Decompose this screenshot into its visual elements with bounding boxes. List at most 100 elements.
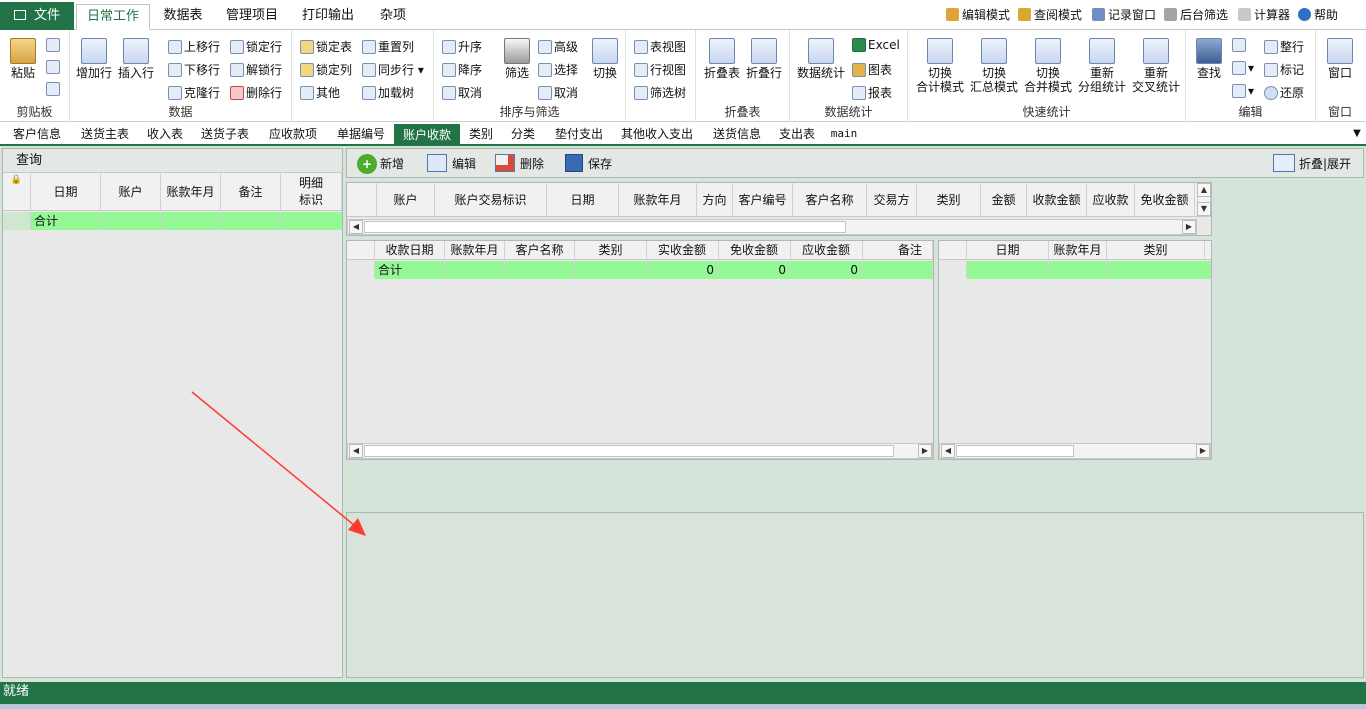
other-button[interactable]: 其他 bbox=[300, 84, 340, 101]
tab-delivery-info[interactable]: 送货信息 bbox=[706, 125, 768, 145]
restore-button[interactable]: 还原 bbox=[1264, 84, 1304, 101]
load-tree-button[interactable]: 加载树 bbox=[362, 84, 414, 101]
tab-account-receipt[interactable]: 账户收款 bbox=[394, 124, 460, 146]
record-window-button[interactable]: 记录窗口 bbox=[1092, 6, 1156, 24]
main-col-customer-name[interactable]: 客户名称 bbox=[793, 183, 867, 216]
unlock-row-button[interactable]: 解锁行 bbox=[230, 61, 282, 78]
sort-cancel-button[interactable]: 取消 bbox=[442, 84, 482, 101]
filter-tree-button[interactable]: 筛选树 bbox=[634, 84, 686, 101]
main-col-amount[interactable]: 金额 bbox=[981, 183, 1027, 216]
switch-merge-mode-button[interactable]: 切换 合并模式 bbox=[1022, 38, 1074, 94]
copy-button[interactable] bbox=[46, 38, 62, 52]
receipt-col-period[interactable]: 账款年月 bbox=[445, 241, 505, 259]
format-painter-button[interactable] bbox=[46, 82, 62, 96]
tab-overflow-chevron-icon[interactable]: ▼ bbox=[1350, 125, 1364, 145]
row-view-button[interactable]: 行视图 bbox=[634, 61, 686, 78]
tab-income[interactable]: 收入表 bbox=[140, 125, 190, 145]
move-down-button[interactable]: 下移行 bbox=[168, 61, 220, 78]
secondary-col-category[interactable]: 类别 bbox=[1107, 241, 1205, 259]
scroll-thumb[interactable] bbox=[364, 445, 894, 457]
tab-expense[interactable]: 支出表 bbox=[774, 125, 820, 145]
scroll-thumb[interactable] bbox=[364, 221, 846, 233]
query-col-note[interactable]: 备注 bbox=[221, 173, 281, 210]
calculator-button[interactable]: 计算器 bbox=[1238, 6, 1290, 24]
scroll-right-icon[interactable]: ▶ bbox=[1182, 220, 1196, 234]
delete-button[interactable]: 删除 bbox=[495, 153, 544, 175]
receipt-col-note[interactable]: 备注 bbox=[863, 241, 933, 259]
scroll-left-icon[interactable]: ◀ bbox=[349, 220, 363, 234]
query-col-period[interactable]: 账款年月 bbox=[161, 173, 221, 210]
symbol-button[interactable]: ▾ bbox=[1232, 61, 1254, 75]
scroll-up-icon[interactable]: ▲ bbox=[1197, 183, 1211, 197]
tab-other-income-expense[interactable]: 其他收入支出 bbox=[614, 125, 700, 145]
receipt-col-category[interactable]: 类别 bbox=[575, 241, 647, 259]
tidy-row-button[interactable]: 整行 bbox=[1264, 38, 1304, 55]
regroup-stats-button[interactable]: 重新 分组统计 bbox=[1076, 38, 1128, 94]
save-button[interactable]: 保存 bbox=[565, 153, 612, 175]
main-col-date[interactable]: 日期 bbox=[547, 183, 619, 216]
tab-doc-number[interactable]: 单据编号 bbox=[330, 125, 392, 145]
tab-advance-expense[interactable]: 垫付支出 bbox=[548, 125, 610, 145]
advanced-filter-button[interactable]: 高级 bbox=[538, 38, 578, 55]
switch-filter-button[interactable]: 切换 bbox=[588, 38, 622, 80]
query-col-account[interactable]: 账户 bbox=[101, 173, 161, 210]
scroll-down-icon[interactable]: ▼ bbox=[1197, 202, 1211, 216]
tab-receivables[interactable]: 应收款项 bbox=[262, 125, 324, 145]
sync-row-button[interactable]: 同步行 ▾ bbox=[362, 61, 424, 78]
find-button[interactable]: 查找 bbox=[1192, 38, 1226, 80]
secondary-col-period[interactable]: 账款年月 bbox=[1049, 241, 1107, 259]
filter-button[interactable]: 筛选 bbox=[500, 38, 534, 80]
clone-row-button[interactable]: 克隆行 bbox=[168, 84, 220, 101]
file-menu[interactable]: 文件 bbox=[0, 2, 74, 30]
tab-daily-work[interactable]: 日常工作 bbox=[76, 4, 150, 30]
scroll-thumb[interactable] bbox=[956, 445, 1074, 457]
main-col-counterparty[interactable]: 交易方 bbox=[867, 183, 917, 216]
fold-row-button[interactable]: 折叠行 bbox=[744, 38, 784, 80]
main-col-period[interactable]: 账款年月 bbox=[619, 183, 697, 216]
scroll-right-icon[interactable]: ▶ bbox=[918, 444, 932, 458]
lock-table-button[interactable]: 锁定表 bbox=[300, 38, 352, 55]
receipt-col-date[interactable]: 收款日期 bbox=[375, 241, 445, 259]
receipt-grid-hscroll[interactable]: ◀ ▶ bbox=[347, 443, 933, 459]
main-col-account[interactable]: 账户 bbox=[377, 183, 435, 216]
tab-data-table[interactable]: 数据表 bbox=[152, 4, 214, 30]
fold-expand-button[interactable]: 折叠|展开 bbox=[1273, 153, 1351, 175]
fold-table-button[interactable]: 折叠表 bbox=[702, 38, 742, 80]
main-col-receivable[interactable]: 应收款 bbox=[1087, 183, 1135, 216]
delete-row-button[interactable]: 删除行 bbox=[230, 84, 282, 101]
tab-manage[interactable]: 管理项目 bbox=[216, 4, 288, 30]
tab-main[interactable]: main bbox=[826, 125, 862, 145]
scroll-left-icon[interactable]: ◀ bbox=[941, 444, 955, 458]
scroll-right-icon[interactable]: ▶ bbox=[1196, 444, 1210, 458]
secondary-col-date[interactable]: 日期 bbox=[967, 241, 1049, 259]
tab-delivery-sub[interactable]: 送货子表 bbox=[194, 125, 256, 145]
main-col-customer-no[interactable]: 客户编号 bbox=[733, 183, 793, 216]
receipt-col-waived[interactable]: 免收金额 bbox=[719, 241, 791, 259]
receipt-col-receivable[interactable]: 应收金额 bbox=[791, 241, 863, 259]
edit-button[interactable]: 编辑 bbox=[427, 153, 476, 175]
cancel-filter-button[interactable]: 取消 bbox=[538, 84, 578, 101]
query-col-date[interactable]: 日期 bbox=[31, 173, 101, 210]
main-col-received-amount[interactable]: 收款金额 bbox=[1027, 183, 1087, 216]
query-col-detail-flag[interactable]: 明细标识 bbox=[281, 173, 342, 210]
background-filter-button[interactable]: 后台筛选 bbox=[1164, 6, 1228, 24]
main-grid-vscroll[interactable]: ▲ ▼ bbox=[1197, 183, 1211, 217]
tab-print[interactable]: 打印输出 bbox=[292, 4, 364, 30]
select-filter-button[interactable]: 选择 bbox=[538, 61, 578, 78]
tab-delivery-main[interactable]: 送货主表 bbox=[74, 125, 136, 145]
receipt-col-customer-name[interactable]: 客户名称 bbox=[505, 241, 575, 259]
main-col-account-txn-id[interactable]: 账户交易标识 bbox=[435, 183, 547, 216]
sort-asc-button[interactable]: 升序 bbox=[442, 38, 482, 55]
read-mode-button[interactable]: 查阅模式 bbox=[1018, 6, 1082, 24]
switch-summary-mode-button[interactable]: 切换 汇总模式 bbox=[968, 38, 1020, 94]
reset-column-button[interactable]: 重置列 bbox=[362, 38, 414, 55]
edit-mode-button[interactable]: 编辑模式 bbox=[946, 6, 1010, 24]
main-col-waived-amount[interactable]: 免收金额 bbox=[1135, 183, 1195, 216]
paste-button[interactable]: 粘贴 bbox=[6, 38, 40, 80]
fill-button[interactable]: ▾ bbox=[1232, 84, 1254, 98]
switch-total-mode-button[interactable]: 切换 合计模式 bbox=[914, 38, 966, 94]
main-grid-hscroll[interactable]: ◀ ▶ bbox=[347, 219, 1197, 235]
excel-button[interactable]: Excel bbox=[852, 38, 900, 52]
lock-row-button[interactable]: 锁定行 bbox=[230, 38, 282, 55]
add-row-button[interactable]: 增加行 bbox=[74, 38, 114, 80]
